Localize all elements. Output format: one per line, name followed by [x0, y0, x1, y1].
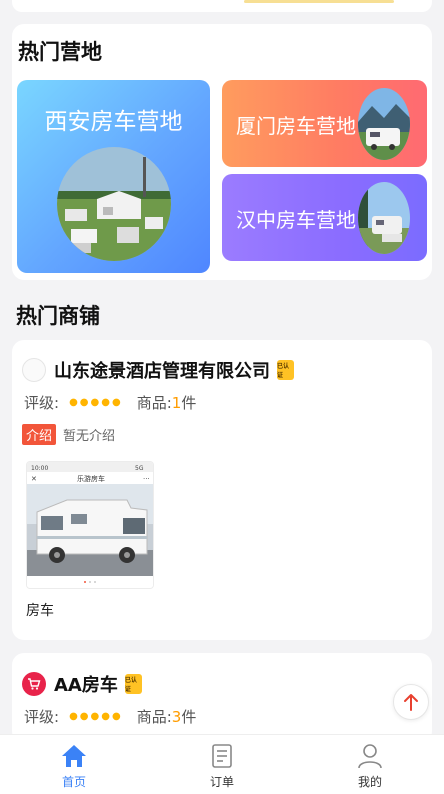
camp-name-hanzhong: 汉中房车营地	[236, 208, 356, 232]
rating-label: 评级:	[24, 708, 60, 726]
shop-card[interactable]: 山东途景酒店管理有限公司 已认证 评级: ●●●●● 商品: 1 件 介绍 暂无…	[12, 340, 432, 640]
goods-unit: 件	[181, 708, 197, 726]
product-label: 房车	[26, 603, 54, 619]
scroll-to-top-button[interactable]	[393, 684, 429, 720]
tab-profile[interactable]: 我的	[296, 735, 444, 794]
phone-close-icon: ✕	[31, 475, 37, 483]
tab-orders[interactable]: 订单	[148, 735, 296, 794]
hot-camps-card: 热门营地 西安房车营地 厦门房车营地 汉中房车营地	[12, 24, 432, 280]
tab-label-profile: 我的	[357, 775, 382, 789]
previous-section-card	[12, 0, 432, 12]
bottom-tab-bar: 首页 订单 我的	[0, 734, 444, 794]
user-icon	[358, 744, 382, 769]
goods-count: 3	[171, 707, 182, 726]
intro-tag: 介绍	[22, 424, 57, 445]
rating-label: 评级:	[24, 394, 60, 412]
shop-cart-logo-icon	[22, 672, 46, 696]
camp-photo-xiamen	[358, 88, 410, 160]
camp-photo-hanzhong	[358, 182, 410, 254]
shop-name: 山东途景酒店管理有限公司	[54, 361, 270, 382]
shop-card[interactable]: AA房车 已认证 评级: ●●●●● 商品: 3 件	[12, 653, 432, 743]
phone-title: 乐游房车	[77, 474, 105, 483]
order-icon	[212, 744, 232, 768]
phone-time: 10:00	[31, 465, 48, 472]
shop-rating-row: 评级: ●●●●● 商品: 1 件	[24, 392, 196, 413]
arrow-up-icon	[404, 694, 418, 711]
camp-name-xiamen: 厦门房车营地	[236, 114, 356, 138]
shop-name: AA房车	[54, 675, 118, 696]
hot-shops-title: 热门商铺	[16, 304, 100, 328]
certified-badge-icon: 已认证	[277, 360, 294, 380]
tab-label-orders: 订单	[209, 775, 234, 789]
intro-text: 暂无介绍	[63, 429, 116, 444]
shop-header: 山东途景酒店管理有限公司 已认证	[22, 357, 294, 383]
goods-label: 商品:	[136, 708, 172, 726]
previous-section-bar	[244, 0, 394, 3]
camp-name-xian: 西安房车营地	[44, 109, 183, 135]
hot-camps-title: 热门营地	[18, 40, 102, 64]
rating-stars: ●●●●●	[69, 397, 123, 408]
camp-tile-hanzhong[interactable]: 汉中房车营地	[222, 174, 427, 261]
tab-label-home: 首页	[61, 775, 86, 789]
tab-home[interactable]: 首页	[0, 735, 148, 794]
camp-tile-xian[interactable]: 西安房车营地	[17, 80, 210, 273]
camp-tile-xiamen[interactable]: 厦门房车营地	[222, 80, 427, 167]
rating-stars: ●●●●●	[69, 711, 123, 722]
shop-intro-row: 介绍 暂无介绍	[22, 424, 115, 445]
goods-unit: 件	[181, 394, 197, 412]
shop-header: AA房车 已认证	[22, 671, 142, 697]
certified-badge-icon: 已认证	[124, 674, 142, 694]
goods-label: 商品:	[136, 394, 172, 412]
home-icon	[62, 745, 86, 767]
shop-rating-row: 评级: ●●●●● 商品: 3 件	[24, 706, 196, 727]
shop-logo	[22, 358, 46, 382]
product-thumbnail[interactable]: 10:00 5G ✕ 乐游房车 ···	[26, 461, 154, 589]
camp-photo-xian	[57, 147, 171, 261]
phone-status: 5G	[135, 465, 144, 472]
goods-count: 1	[171, 393, 182, 412]
phone-more-icon: ···	[143, 475, 150, 483]
